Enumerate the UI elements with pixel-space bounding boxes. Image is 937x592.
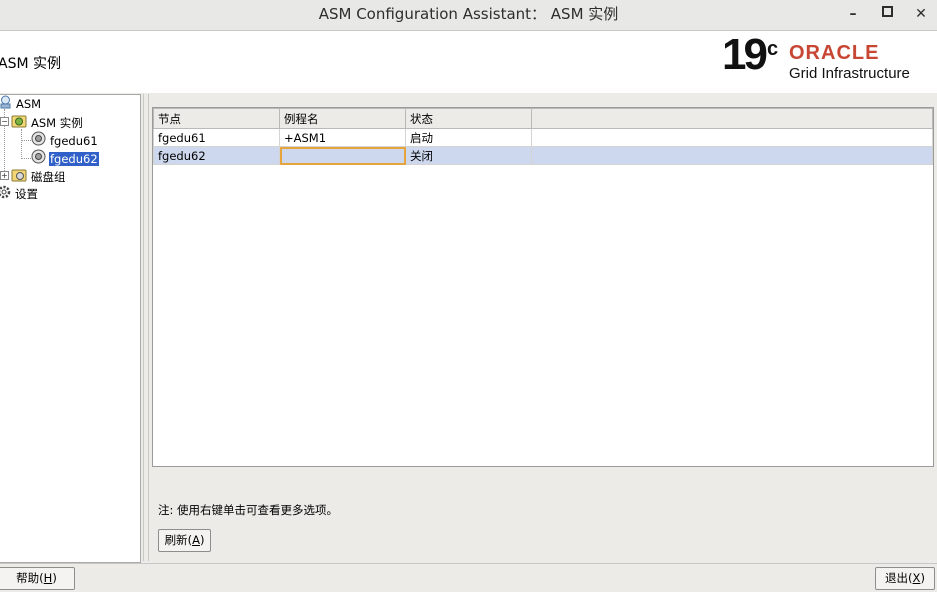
navigation-tree[interactable]: ASM − ASM 实例 fgedu61 fgedu62 + 磁盘组 设置 xyxy=(0,94,141,563)
collapse-toggle[interactable]: − xyxy=(0,117,9,126)
tree-node-label: 设置 xyxy=(15,187,38,201)
close-button[interactable]: ✕ xyxy=(910,3,932,25)
button-label: 帮助 xyxy=(16,571,40,585)
button-label: 刷新 xyxy=(164,533,188,547)
tree-node-fgedu62[interactable]: fgedu62 xyxy=(31,149,99,168)
tree-node-label: fgedu61 xyxy=(50,133,98,148)
refresh-button[interactable]: 刷新(A) xyxy=(158,529,211,552)
tree-node-fgedu61[interactable]: fgedu61 xyxy=(31,131,99,150)
cell-empty xyxy=(531,146,933,165)
table-row[interactable]: fgedu62 关闭 xyxy=(153,146,933,165)
cell-empty xyxy=(531,128,933,147)
window-titlebar: ASM Configuration Assistant： ASM 实例 – ✕ xyxy=(0,0,937,31)
window-title: ASM Configuration Assistant： ASM 实例 xyxy=(318,5,619,23)
expand-toggle[interactable]: + xyxy=(0,171,9,180)
column-header-node[interactable]: 节点 xyxy=(153,108,280,129)
tree-node-label: 磁盘组 xyxy=(31,169,66,184)
tree-node-diskgroups[interactable]: 磁盘组 xyxy=(11,167,67,186)
logo-brand: ORACLE xyxy=(789,42,880,64)
cell-node[interactable]: fgedu61 xyxy=(153,128,280,147)
minimize-button[interactable]: – xyxy=(842,3,864,25)
tree-node-asm[interactable]: ASM xyxy=(0,95,42,111)
cell-status[interactable]: 关闭 xyxy=(405,146,532,165)
maximize-icon xyxy=(881,6,893,17)
instances-table[interactable]: 节点 例程名 状态 fgedu61 +ASM1 启动 fgedu62 关闭 xyxy=(152,107,934,467)
exit-button[interactable]: 退出(X) xyxy=(875,567,935,590)
cell-instance[interactable]: +ASM1 xyxy=(279,128,406,147)
table-row[interactable]: fgedu61 +ASM1 启动 xyxy=(153,128,933,147)
tree-node-label: ASM 实例 xyxy=(31,115,83,130)
page-header: ASM 实例 19 c ORACLE Grid Infrastructure xyxy=(0,30,937,93)
logo-version: 19 xyxy=(722,30,768,79)
button-label: 退出 xyxy=(885,571,909,585)
button-mnemonic: H xyxy=(43,571,53,585)
table-header-row: 节点 例程名 状态 xyxy=(153,108,933,129)
help-button[interactable]: 帮助(H) xyxy=(0,567,75,590)
button-mnemonic: A xyxy=(192,533,200,547)
instance-icon xyxy=(31,149,46,168)
cell-instance[interactable] xyxy=(279,146,406,165)
cell-node[interactable]: fgedu62 xyxy=(153,146,280,165)
bottom-bar xyxy=(0,563,937,592)
diskgroup-folder-icon xyxy=(11,167,27,186)
tree-node-label: ASM xyxy=(16,97,42,111)
tree-node-label: fgedu62 xyxy=(49,151,99,166)
button-mnemonic: X xyxy=(912,571,921,585)
page-title: ASM 实例 xyxy=(0,56,61,72)
gear-icon xyxy=(0,185,11,203)
tree-node-asm-instances[interactable]: ASM 实例 xyxy=(11,113,84,132)
maximize-button[interactable] xyxy=(876,3,898,25)
hint-note: 注: 使用右键单击可查看更多选项。 xyxy=(158,503,339,517)
column-header-empty xyxy=(531,108,933,129)
column-header-instance[interactable]: 例程名 xyxy=(279,108,406,129)
asm-icon xyxy=(0,95,12,113)
cell-status[interactable]: 启动 xyxy=(405,128,532,147)
logo-version-sup: c xyxy=(767,38,779,60)
instance-icon xyxy=(31,131,46,150)
instances-icon xyxy=(11,113,27,132)
logo-product: Grid Infrastructure xyxy=(789,65,910,82)
panel-splitter[interactable] xyxy=(143,94,149,561)
tree-node-settings[interactable]: 设置 xyxy=(0,185,39,201)
column-header-status[interactable]: 状态 xyxy=(405,108,532,129)
